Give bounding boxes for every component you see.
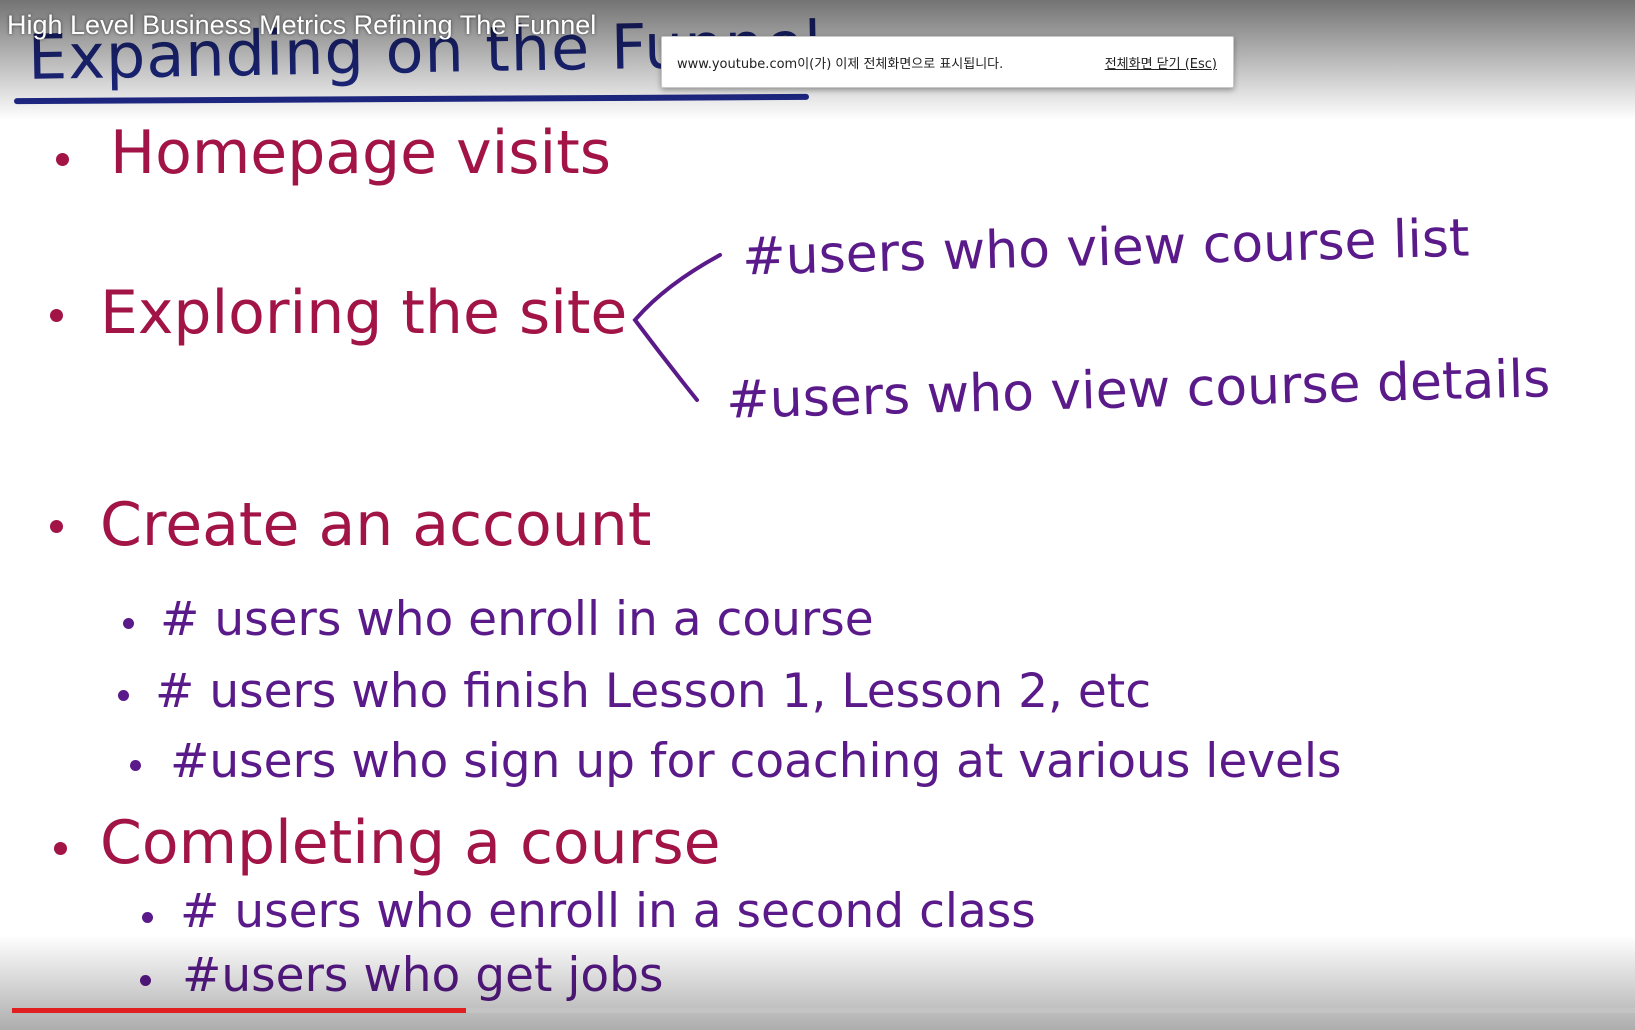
branch-course-list: #users who view course list: [741, 208, 1471, 288]
item-exploring-the-site: Exploring the site: [100, 278, 628, 348]
sub-bullet-dot: [140, 975, 151, 986]
branch-course-details: #users who view course details: [725, 349, 1551, 431]
sub-bullet-dot: [142, 912, 153, 923]
fullscreen-message: www.youtube.com이(가) 이제 전체화면으로 표시됩니다.: [677, 56, 1004, 72]
item-homepage-visits: Homepage visits: [110, 118, 612, 188]
exit-fullscreen-link[interactable]: 전체화면 닫기 (Esc): [1105, 53, 1217, 72]
video-title[interactable]: High Level Business Metrics Refining The…: [7, 10, 596, 41]
video-player[interactable]: Expanding on the Funnel Homepage visits …: [0, 0, 1635, 1030]
item-create-account: Create an account: [100, 490, 652, 560]
sub-coaching: #users who sign up for coaching at vario…: [170, 734, 1342, 789]
sub-bullet-dot: [130, 760, 141, 771]
bullet-dot: [50, 309, 63, 322]
bullet-dot: [56, 153, 69, 166]
sub-get-jobs: #users who get jobs: [182, 948, 664, 1003]
fullscreen-notice: www.youtube.com이(가) 이제 전체화면으로 표시됩니다. 전체화…: [661, 36, 1234, 88]
item-completing-course: Completing a course: [100, 808, 721, 878]
sub-bullet-dot: [118, 690, 129, 701]
bullet-dot: [50, 520, 63, 533]
sub-second-class: # users who enroll in a second class: [180, 884, 1036, 939]
heading-underline: [13, 93, 810, 105]
progress-bar-played[interactable]: [12, 1008, 466, 1013]
sub-bullet-dot: [123, 618, 134, 629]
branch-brace: [632, 253, 722, 402]
sub-finish-lessons: # users who finish Lesson 1, Lesson 2, e…: [155, 664, 1152, 719]
bullet-dot: [54, 842, 67, 855]
sub-enroll-course: # users who enroll in a course: [160, 592, 874, 647]
